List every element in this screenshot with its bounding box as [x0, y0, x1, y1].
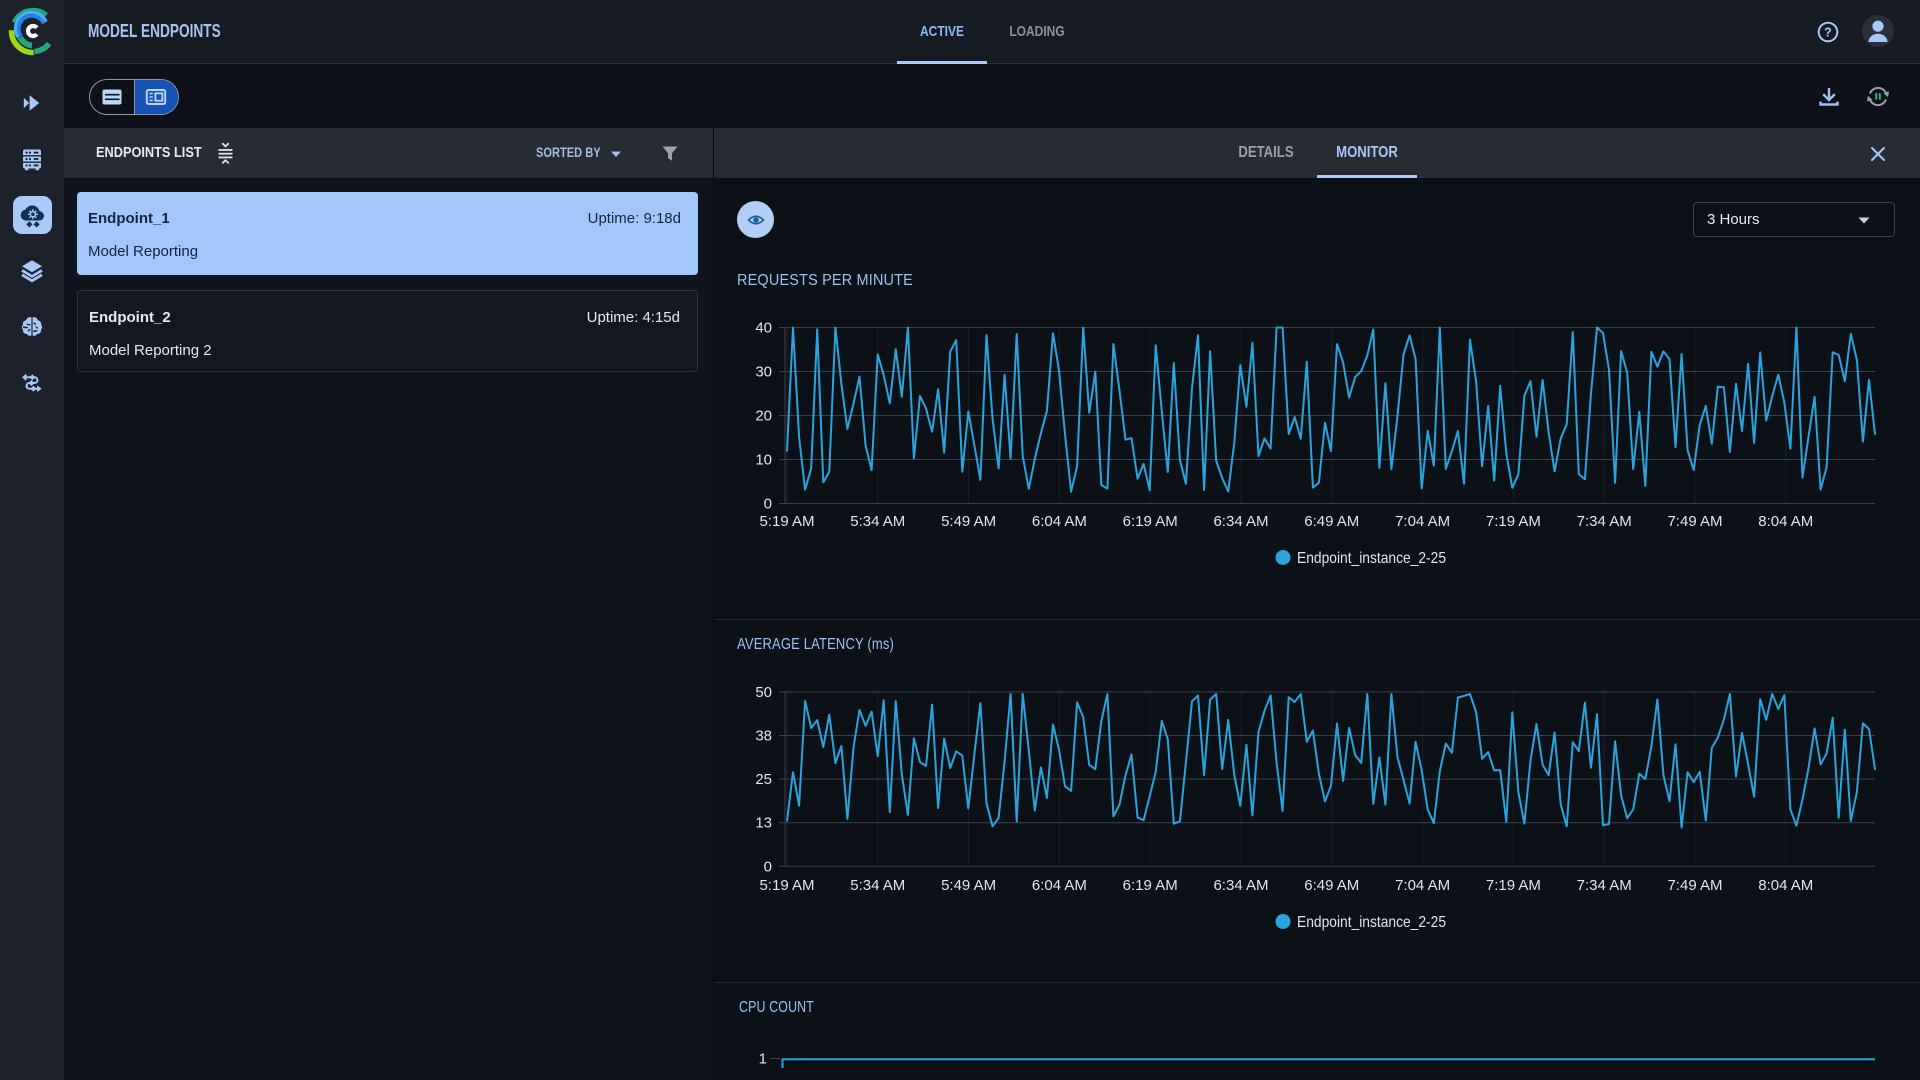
svg-text:5:34 AM: 5:34 AM	[850, 513, 905, 530]
svg-text:AVERAGE LATENCY (ms): AVERAGE LATENCY (ms)	[737, 636, 894, 653]
svg-text:7:04 AM: 7:04 AM	[1395, 877, 1450, 894]
svg-text:Endpoint_instance_2-25: Endpoint_instance_2-25	[1297, 550, 1446, 567]
svg-text:7:19 AM: 7:19 AM	[1486, 513, 1541, 530]
svg-text:1: 1	[759, 1051, 767, 1068]
svg-text:6:19 AM: 6:19 AM	[1123, 877, 1178, 894]
svg-text:0: 0	[764, 496, 772, 513]
svg-text:7:49 AM: 7:49 AM	[1667, 877, 1722, 894]
svg-text:?: ?	[1824, 26, 1832, 40]
svg-text:CPU COUNT: CPU COUNT	[739, 999, 814, 1016]
svg-text:50: 50	[755, 684, 772, 701]
svg-text:38: 38	[755, 728, 772, 745]
svg-text:6:49 AM: 6:49 AM	[1304, 877, 1359, 894]
svg-text:30: 30	[755, 364, 772, 381]
svg-text:40: 40	[755, 320, 772, 337]
svg-text:5:34 AM: 5:34 AM	[850, 877, 905, 894]
svg-text:20: 20	[755, 408, 772, 425]
svg-text:6:34 AM: 6:34 AM	[1213, 877, 1268, 894]
svg-text:Endpoint_instance_2-25: Endpoint_instance_2-25	[1297, 914, 1446, 931]
svg-text:0: 0	[764, 858, 772, 875]
svg-text:25: 25	[755, 771, 772, 788]
svg-text:10: 10	[755, 452, 772, 469]
svg-text:6:34 AM: 6:34 AM	[1213, 513, 1268, 530]
svg-text:6:04 AM: 6:04 AM	[1032, 877, 1087, 894]
svg-text:5:49 AM: 5:49 AM	[941, 513, 996, 530]
svg-text:13: 13	[755, 815, 772, 832]
svg-text:7:34 AM: 7:34 AM	[1577, 877, 1632, 894]
svg-text:7:49 AM: 7:49 AM	[1667, 513, 1722, 530]
svg-text:7:19 AM: 7:19 AM	[1486, 877, 1541, 894]
svg-text:7:04 AM: 7:04 AM	[1395, 513, 1450, 530]
svg-text:8:04 AM: 8:04 AM	[1758, 877, 1813, 894]
svg-text:6:49 AM: 6:49 AM	[1304, 513, 1359, 530]
svg-text:6:19 AM: 6:19 AM	[1123, 513, 1178, 530]
svg-text:6:04 AM: 6:04 AM	[1032, 513, 1087, 530]
svg-text:REQUESTS PER MINUTE: REQUESTS PER MINUTE	[737, 272, 913, 289]
svg-text:8:04 AM: 8:04 AM	[1758, 513, 1813, 530]
svg-text:5:19 AM: 5:19 AM	[759, 877, 814, 894]
svg-text:5:19 AM: 5:19 AM	[759, 513, 814, 530]
svg-text:5:49 AM: 5:49 AM	[941, 877, 996, 894]
svg-text:7:34 AM: 7:34 AM	[1577, 513, 1632, 530]
